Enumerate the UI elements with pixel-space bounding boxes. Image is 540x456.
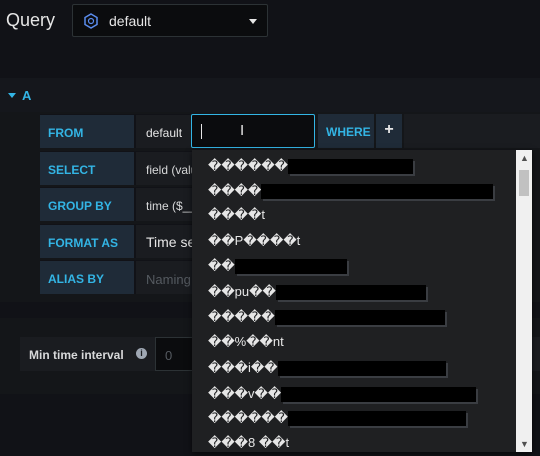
dropdown-item[interactable]: �����	[208, 306, 445, 328]
from-search-input[interactable]: I	[191, 114, 315, 148]
measurement-dropdown: ������ ���� ����t ��P����t �� ��pu�� ���…	[192, 150, 532, 452]
where-label: WHERE	[318, 114, 374, 148]
chevron-down-icon	[249, 19, 257, 24]
dropdown-item[interactable]: ����t	[208, 204, 265, 226]
dropdown-item[interactable]: ���i��	[208, 357, 446, 379]
redaction-bar	[287, 410, 466, 426]
add-where-button[interactable]: +	[376, 114, 402, 148]
dropdown-item[interactable]: ���v��	[208, 383, 477, 405]
dropdown-item[interactable]: ���8 ��t	[208, 432, 289, 452]
text-cursor	[201, 124, 202, 139]
datasource-select[interactable]: default	[72, 4, 268, 37]
scroll-down-icon[interactable]: ▼	[520, 439, 529, 449]
min-interval-input[interactable]: 0	[155, 337, 195, 371]
from-row-filler	[404, 114, 540, 148]
min-interval-label: Min time interval	[29, 348, 124, 362]
ibeam-cursor-icon: I	[240, 122, 245, 139]
query-label: Query	[6, 10, 56, 30]
dropdown-item[interactable]: ��	[208, 255, 347, 277]
query-row-label: A	[22, 88, 32, 103]
dropdown-item[interactable]: ����	[208, 180, 494, 202]
dropdown-item[interactable]: ������	[208, 407, 466, 429]
redaction-bar	[281, 386, 477, 402]
groupby-time[interactable]: time ($__	[134, 187, 192, 221]
scroll-up-icon[interactable]: ▲	[520, 153, 529, 163]
redaction-bar	[234, 258, 347, 274]
influxdb-icon	[84, 13, 98, 29]
dropdown-item[interactable]: ��P����t	[208, 230, 300, 252]
dropdown-item[interactable]: ��pu��	[208, 281, 426, 303]
groupby-label: GROUP BY	[40, 187, 134, 221]
query-row-header	[0, 78, 540, 112]
from-measurement[interactable]: default	[134, 114, 191, 148]
format-select[interactable]: Time se	[134, 224, 192, 258]
redaction-bar	[277, 360, 446, 376]
redaction-bar	[261, 183, 494, 199]
info-icon[interactable]: i	[136, 348, 147, 359]
dropdown-item[interactable]: ������	[208, 155, 413, 177]
redaction-bar	[274, 309, 445, 325]
dropdown-scrollbar[interactable]: ▲ ▼	[516, 150, 532, 452]
dropdown-item[interactable]: ��%��nt	[208, 331, 284, 353]
select-label: SELECT	[40, 151, 134, 185]
collapse-caret-icon	[8, 93, 16, 98]
format-label: FORMAT AS	[40, 224, 134, 258]
alias-input[interactable]: Naming	[134, 260, 192, 294]
redaction-bar	[287, 158, 413, 174]
alias-label: ALIAS BY	[40, 260, 134, 294]
query-row-toggle[interactable]: A	[8, 88, 31, 103]
from-label: FROM	[40, 114, 134, 148]
scrollbar-thumb[interactable]	[519, 170, 529, 196]
redaction-bar	[275, 284, 426, 300]
datasource-name: default	[109, 13, 152, 29]
select-field[interactable]: field (valu	[134, 151, 192, 185]
